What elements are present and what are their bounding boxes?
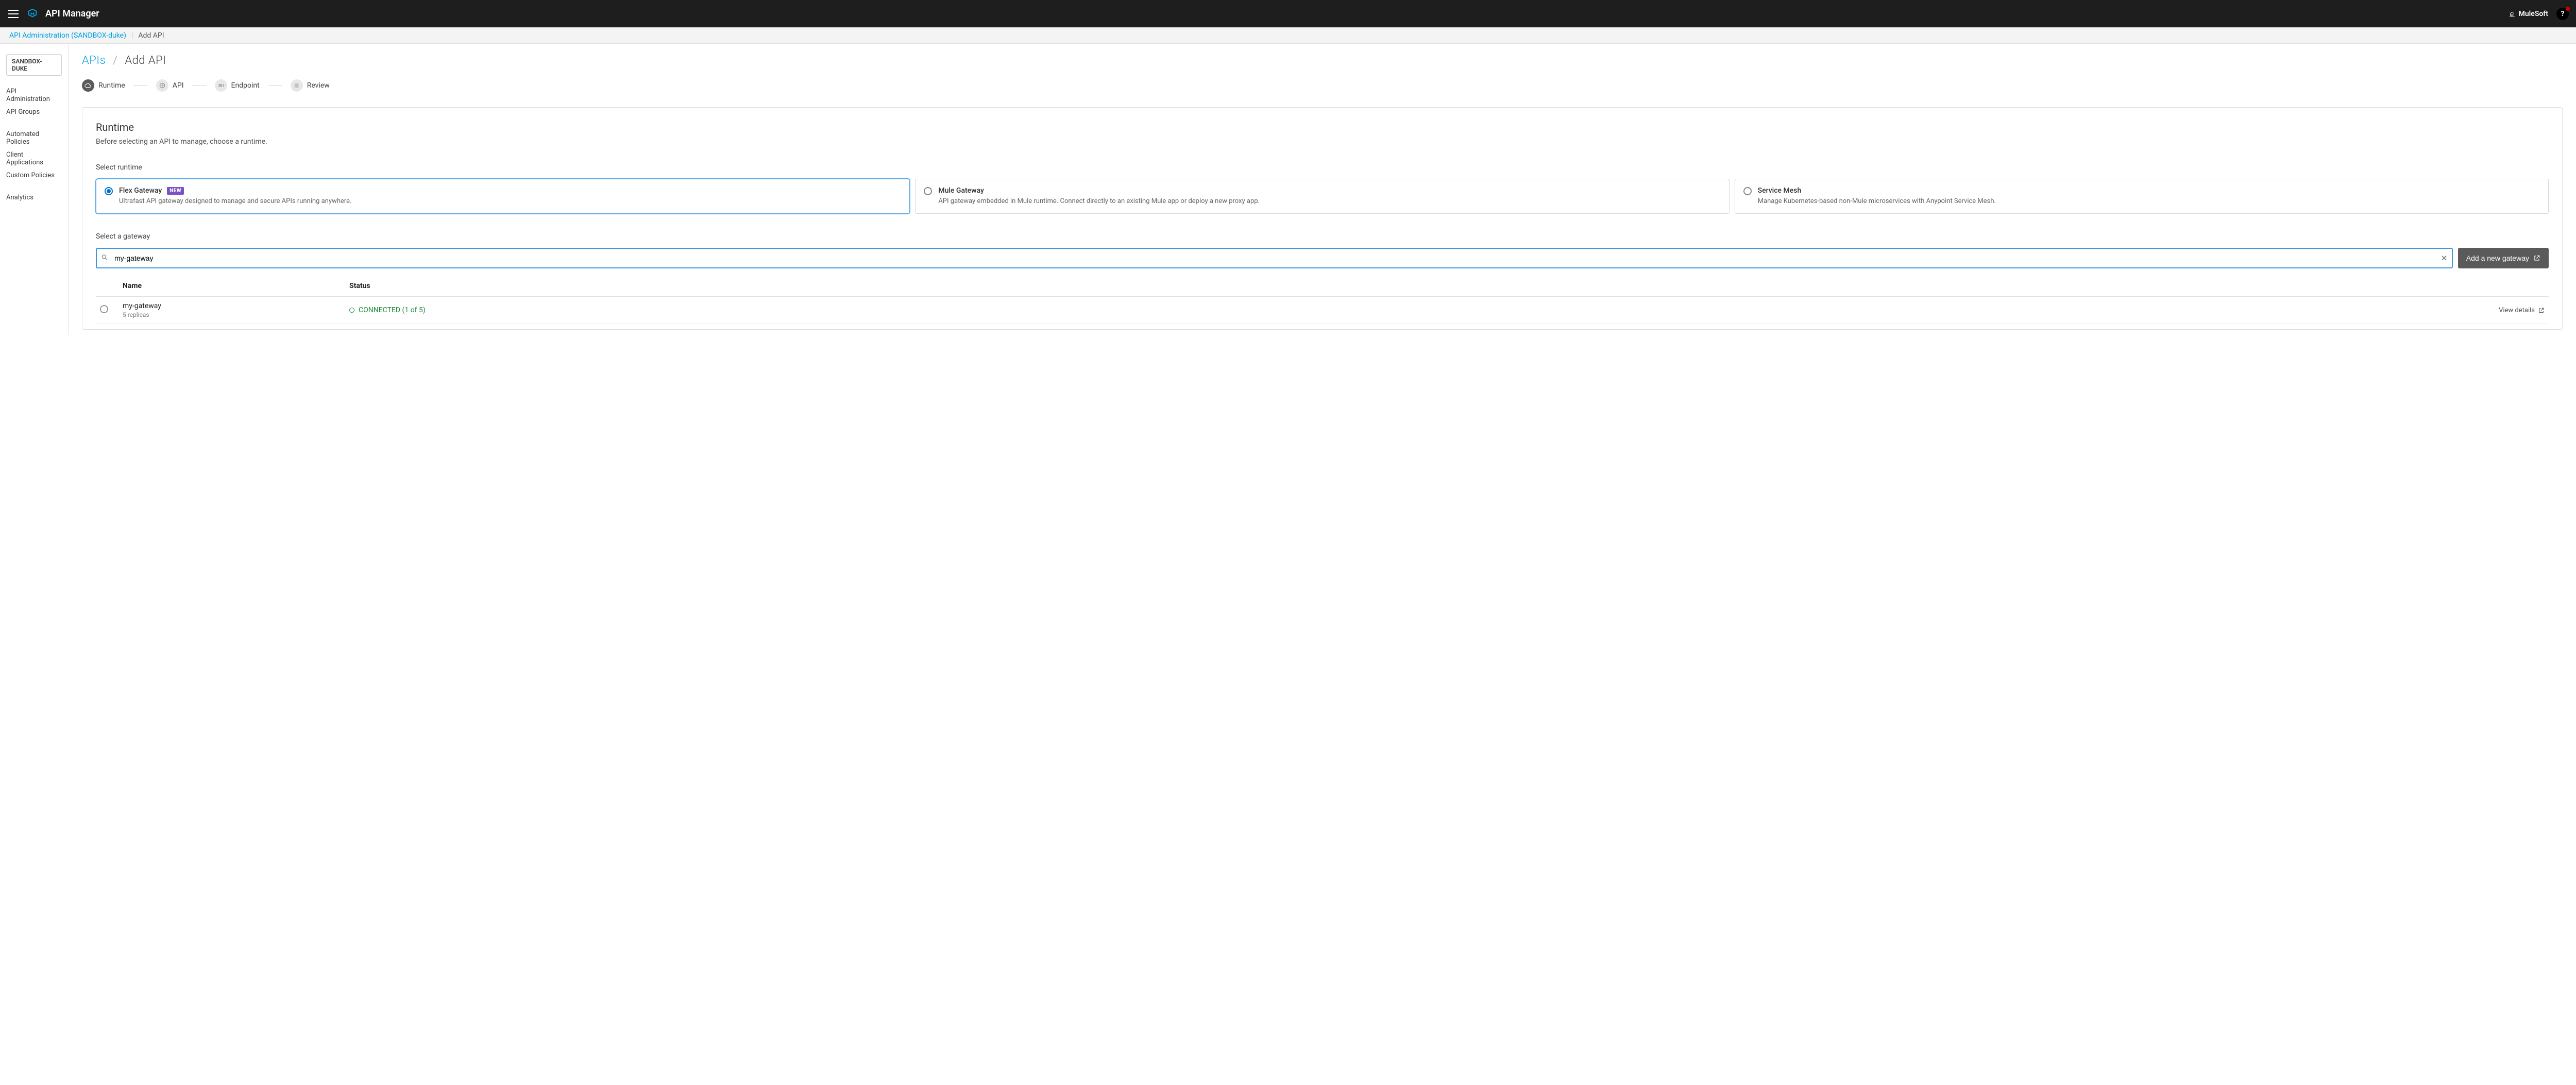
- page-breadcrumb: APIs / Add API: [82, 54, 2563, 67]
- org-icon: [2509, 10, 2516, 18]
- runtime-card-desc: Ultrafast API gateway designed to manage…: [119, 197, 901, 206]
- api-icon: [156, 79, 168, 92]
- mulesoft-logo-icon: [27, 8, 38, 20]
- step-review-label: Review: [307, 81, 330, 90]
- gateway-table: Name Status my-gateway 5 replicas: [96, 276, 2549, 324]
- panel-subheading: Before selecting an API to manage, choos…: [96, 138, 2549, 146]
- help-icon[interactable]: ?: [2556, 8, 2569, 20]
- gateway-row[interactable]: my-gateway 5 replicas CONNECTED (1 of 5): [96, 297, 2549, 324]
- gateway-name: my-gateway: [123, 302, 341, 310]
- radio-icon[interactable]: [100, 305, 108, 313]
- layout: SANDBOX-DUKE API Administration API Grou…: [0, 44, 2576, 335]
- search-icon: [101, 253, 108, 263]
- new-badge: NEW: [167, 187, 184, 195]
- panel-heading: Runtime: [96, 121, 2549, 133]
- endpoint-icon: [215, 79, 227, 92]
- page-breadcrumb-root[interactable]: APIs: [82, 54, 106, 67]
- gateway-status: CONNECTED (1 of 5): [349, 306, 2467, 314]
- runtime-card-desc: API gateway embedded in Mule runtime. Co…: [938, 197, 1720, 206]
- page-breadcrumb-current: Add API: [125, 54, 166, 67]
- topbar: API Manager MuleSoft ?: [0, 0, 2576, 27]
- external-link-icon: [2538, 307, 2545, 314]
- runtime-card-title: Mule Gateway: [938, 187, 984, 195]
- external-link-icon: [2533, 255, 2540, 262]
- gateway-replicas: 5 replicas: [123, 311, 341, 318]
- col-status: Status: [345, 276, 2471, 297]
- select-runtime-label: Select runtime: [96, 163, 2549, 172]
- view-details-link[interactable]: View details: [2476, 307, 2545, 314]
- view-details-label: View details: [2499, 307, 2535, 314]
- page-breadcrumb-slash: /: [113, 54, 117, 67]
- step-runtime-label: Runtime: [98, 81, 125, 90]
- gateway-search-input[interactable]: [96, 248, 2453, 268]
- add-gateway-button[interactable]: Add a new gateway: [2458, 248, 2549, 268]
- col-view: [2471, 276, 2549, 297]
- add-gateway-button-label: Add a new gateway: [2466, 254, 2529, 262]
- runtime-card-mule-gateway[interactable]: Mule Gateway API gateway embedded in Mul…: [915, 179, 1729, 214]
- step-endpoint[interactable]: Endpoint: [215, 79, 260, 92]
- topbar-right: MuleSoft ?: [2509, 8, 2569, 20]
- gateway-search-wrap: ✕: [96, 248, 2453, 268]
- step-runtime[interactable]: Runtime: [82, 79, 125, 92]
- environment-selector[interactable]: SANDBOX-DUKE: [6, 54, 62, 76]
- status-dot-icon: [349, 308, 354, 313]
- runtime-card-flex-gateway[interactable]: Flex Gateway NEW Ultrafast API gateway d…: [96, 179, 910, 214]
- radio-icon: [105, 187, 113, 195]
- runtime-card-title: Service Mesh: [1758, 187, 1802, 195]
- cloud-icon: [82, 79, 94, 92]
- col-name: Name: [118, 276, 345, 297]
- select-gateway-label: Select a gateway: [96, 232, 2549, 241]
- sidebar-item-analytics[interactable]: Analytics: [6, 191, 62, 204]
- app-title: API Manager: [45, 8, 99, 19]
- sidebar: SANDBOX-DUKE API Administration API Grou…: [0, 44, 69, 335]
- breadcrumb-separator: |: [131, 31, 133, 40]
- gateway-status-text: CONNECTED (1 of 5): [359, 306, 426, 314]
- runtime-card-desc: Manage Kubernetes-based non-Mule microse…: [1758, 197, 2540, 206]
- runtime-panel: Runtime Before selecting an API to manag…: [82, 107, 2563, 330]
- radio-icon: [1743, 187, 1752, 195]
- sidebar-item-custom-policies[interactable]: Custom Policies: [6, 169, 62, 182]
- wizard-steps: Runtime API Endpoint Revie: [82, 79, 2563, 92]
- sidebar-item-automated-policies[interactable]: Automated Policies: [6, 128, 62, 148]
- close-icon[interactable]: ✕: [2441, 253, 2447, 263]
- main-content: APIs / Add API Runtime API: [69, 44, 2576, 335]
- step-api[interactable]: API: [156, 79, 184, 92]
- sidebar-item-client-applications[interactable]: Client Applications: [6, 148, 62, 169]
- menu-icon[interactable]: [7, 8, 20, 20]
- breadcrumb-env-link[interactable]: API Administration (SANDBOX-duke): [9, 31, 126, 40]
- step-endpoint-label: Endpoint: [231, 81, 260, 90]
- org-switcher[interactable]: MuleSoft: [2509, 10, 2548, 18]
- topbar-left: API Manager: [7, 8, 99, 20]
- runtime-cards: Flex Gateway NEW Ultrafast API gateway d…: [96, 179, 2549, 214]
- sidebar-item-api-groups[interactable]: API Groups: [6, 106, 62, 118]
- org-name: MuleSoft: [2519, 10, 2548, 18]
- step-api-label: API: [173, 81, 184, 90]
- breadcrumb-bar: API Administration (SANDBOX-duke) | Add …: [0, 27, 2576, 44]
- runtime-card-title: Flex Gateway: [119, 187, 162, 195]
- radio-icon: [924, 187, 932, 195]
- step-review[interactable]: Review: [291, 79, 330, 92]
- runtime-card-service-mesh[interactable]: Service Mesh Manage Kubernetes-based non…: [1735, 179, 2549, 214]
- col-select: [96, 276, 118, 297]
- gateway-controls: ✕ Add a new gateway: [96, 248, 2549, 268]
- sidebar-item-api-administration[interactable]: API Administration: [6, 85, 62, 106]
- breadcrumb-current: Add API: [138, 31, 164, 40]
- list-icon: [291, 79, 303, 92]
